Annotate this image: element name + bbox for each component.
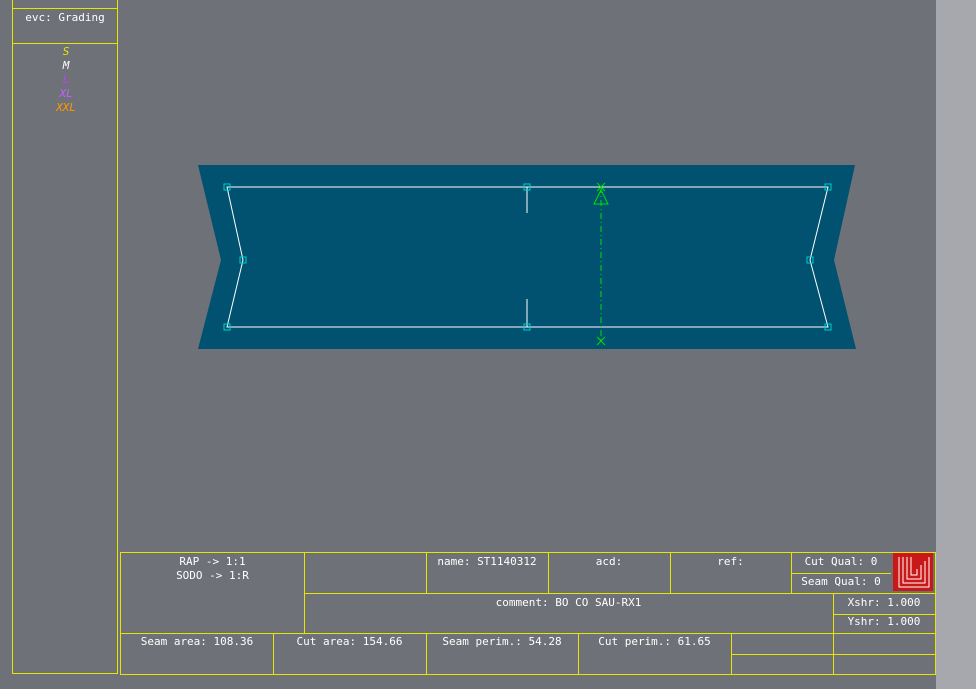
acd-field: acd: [595, 555, 623, 568]
app-logo [893, 553, 933, 591]
cut-quality: Cut Qual: 0 [804, 555, 878, 568]
cut-perimeter: Cut perim.: 61.65 [598, 635, 711, 648]
sidebar-divider-top [13, 8, 117, 9]
size-item-l[interactable]: L [13, 73, 119, 87]
y-shrinkage: Yshr: 1.000 [847, 615, 921, 628]
piece-info-panel: RAP -> 1:1 SODO -> 1:R name: ST1140312 a… [120, 552, 936, 675]
ref-field: ref: [717, 555, 744, 568]
size-item-xxl[interactable]: XXL [13, 101, 119, 115]
seam-quality: Seam Qual: 0 [801, 575, 881, 588]
x-shrinkage: Xshr: 1.000 [847, 596, 921, 609]
piece-comment: comment: BO CO SAU-RX1 [495, 596, 642, 609]
mode-label: evc: Grading [25, 11, 105, 24]
size-item-m[interactable]: M [13, 59, 119, 73]
seam-area: Seam area: 108.36 [140, 635, 254, 648]
sodo-scale: SODO -> 1:R [176, 569, 249, 582]
piece-name: name: ST1140312 [437, 555, 537, 568]
sidebar-divider [13, 43, 117, 44]
cut-area: Cut area: 154.66 [296, 635, 403, 648]
sidebar-panel: evc: Grading S M L XL XXL [12, 0, 118, 674]
size-item-xl[interactable]: XL [13, 87, 119, 101]
rap-scale: RAP -> 1:1 [179, 555, 246, 568]
size-item-s[interactable]: S [13, 45, 119, 59]
right-border-strip [936, 0, 976, 689]
seam-perimeter: Seam perim.: 54.28 [442, 635, 562, 648]
pattern-canvas[interactable] [120, 0, 936, 550]
